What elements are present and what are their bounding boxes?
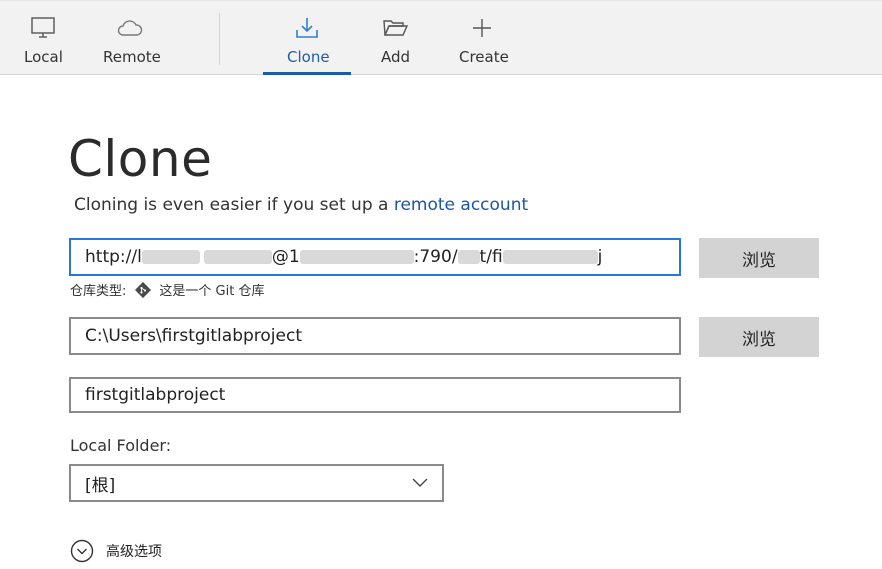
url-text-part: @1 [271,247,300,267]
remote-account-link[interactable]: remote account [394,195,528,215]
redacted-segment [502,250,598,264]
local-folder-select[interactable]: [根] [69,464,444,502]
redacted-segment [141,250,200,264]
redacted-segment [203,250,272,264]
tab-clone-label: Clone [287,48,330,66]
toolbar: Local Remote Clone Add Create [0,0,882,75]
folder-open-icon [381,15,409,41]
destination-path-input[interactable]: C:\Users\firstgitlabproject [69,317,681,355]
browse-source-button[interactable]: 浏览 [699,238,819,278]
url-text-part: t/fi [479,247,503,267]
tab-remote-label: Remote [103,48,161,66]
advanced-options-label: 高级选项 [106,544,162,560]
local-folder-value: [根] [85,475,116,496]
monitor-icon [29,15,57,41]
destination-path-text: C:\Users\firstgitlabproject [85,326,302,346]
subtitle: Cloning is even easier if you set up a r… [74,195,528,215]
active-tab-indicator [263,72,351,75]
source-url-input[interactable]: http://l @1 :790/ t/fi j [69,238,681,276]
url-text-part: http://l [85,247,142,267]
repo-type-value: 这是一个 Git 仓库 [159,284,265,299]
url-text-part: j [597,247,603,267]
tab-add-label: Add [381,48,411,66]
url-text-part: :790/ [413,247,458,267]
chevron-down-icon [412,473,428,493]
tab-local[interactable]: Local [14,1,72,76]
expand-circle-icon [70,539,94,563]
name-text: firstgitlabproject [85,385,226,405]
git-icon [135,281,152,298]
tab-create-label: Create [459,48,509,66]
advanced-options-toggle[interactable]: 高级选项 [70,539,162,563]
redacted-segment [457,250,480,264]
browse-destination-button[interactable]: 浏览 [699,317,819,357]
name-input[interactable]: firstgitlabproject [69,377,681,413]
toolbar-separator [219,13,220,65]
tab-clone[interactable]: Clone [263,1,351,76]
tab-local-label: Local [24,48,63,66]
tab-remote[interactable]: Remote [97,1,167,76]
repo-type-info: 仓库类型: 这是一个 Git 仓库 [70,280,264,299]
subtitle-text: Cloning is even easier if you set up a [74,195,389,215]
plus-icon [468,15,496,41]
download-icon [293,15,321,41]
tab-create[interactable]: Create [452,1,512,76]
cloud-icon [116,15,144,41]
redacted-segment [299,250,414,264]
page-title: Clone [68,130,213,188]
local-folder-label: Local Folder: [70,436,172,455]
repo-type-label: 仓库类型: [70,284,127,299]
tab-add[interactable]: Add [372,1,420,76]
